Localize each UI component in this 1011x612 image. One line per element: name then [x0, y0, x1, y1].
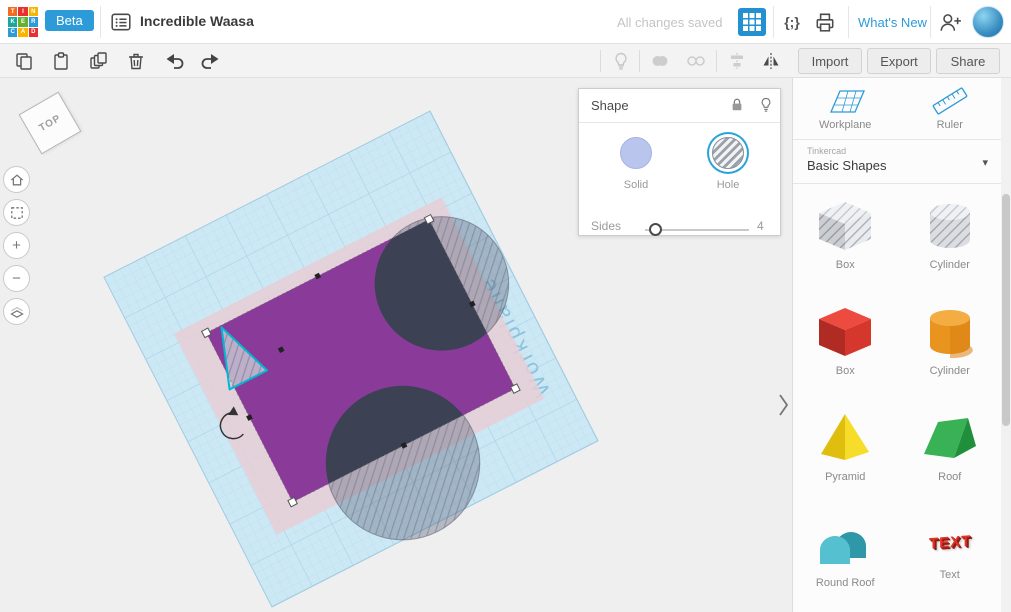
- shape-item-round-roof[interactable]: Round Roof: [793, 504, 898, 610]
- shapes-sidebar: Workplane Ruler Tinkercad Basic Shapes ▾: [792, 78, 1011, 612]
- header-divider: [930, 6, 931, 38]
- text-shape-glyph: TEXT: [928, 532, 971, 553]
- avatar[interactable]: [972, 6, 1004, 38]
- shape-item-label: Pyramid: [825, 471, 866, 483]
- ruler-icon: [932, 87, 968, 115]
- save-status: All changes saved: [617, 15, 723, 30]
- perspective-toggle-button[interactable]: [3, 298, 30, 325]
- sidebar-tools-row: Workplane Ruler: [793, 78, 1002, 140]
- group-icon[interactable]: [650, 51, 670, 71]
- shape-item-roof[interactable]: Roof: [898, 398, 1003, 504]
- align-icon[interactable]: [727, 51, 747, 71]
- view-cube-label: TOP: [37, 112, 63, 134]
- header-divider: [773, 6, 774, 38]
- delete-icon[interactable]: [126, 51, 146, 71]
- category-label: Basic Shapes: [807, 158, 887, 173]
- design-title[interactable]: Incredible Waasa: [140, 13, 254, 29]
- sides-label: Sides: [591, 219, 622, 233]
- workplane-icon: [830, 90, 866, 113]
- toolbar-divider: [716, 50, 717, 72]
- duplicate-icon[interactable]: [89, 51, 109, 71]
- scrollbar-thumb[interactable]: [1002, 194, 1010, 426]
- shape-inspector-panel: Shape Solid Hole Sides 4: [578, 88, 781, 236]
- shape-category-dropdown[interactable]: Tinkercad Basic Shapes ▾: [793, 140, 1002, 184]
- sides-slider-knob[interactable]: [649, 223, 662, 236]
- shape-item-label: Box: [835, 365, 855, 377]
- shape-item-pyramid[interactable]: Pyramid: [793, 398, 898, 504]
- chevron-down-icon: ▾: [982, 157, 988, 169]
- shape-item-label: Roof: [938, 471, 962, 483]
- sidebar-collapse-icon[interactable]: [777, 392, 791, 418]
- tinkercad-logo[interactable]: TIN KER CAD: [8, 7, 38, 37]
- codeblocks-icon[interactable]: {;}: [780, 11, 804, 33]
- solid-option[interactable]: [620, 137, 652, 169]
- edit-toolbar: Import Export Share: [0, 44, 1011, 78]
- shape-item-label: Cylinder: [929, 365, 970, 377]
- print-icon[interactable]: [813, 11, 837, 33]
- zoom-out-button[interactable]: −: [3, 265, 30, 292]
- undo-icon[interactable]: [165, 51, 185, 71]
- redo-icon[interactable]: [200, 51, 220, 71]
- ruler-tool[interactable]: Ruler: [898, 78, 1003, 139]
- panel-title: Shape: [591, 98, 629, 113]
- shape-gallery: Box Cylinder Box Cylinder Pyramid Roof R…: [793, 186, 1002, 610]
- zoom-in-button[interactable]: +: [3, 232, 30, 259]
- toolbar-divider: [600, 50, 601, 72]
- shape-item-label: Cylinder: [929, 259, 970, 271]
- ungroup-icon[interactable]: [686, 51, 706, 71]
- export-button[interactable]: Export: [867, 48, 931, 74]
- shape-item-text[interactable]: TEXT Text: [898, 504, 1003, 610]
- toolbar-divider: [639, 50, 640, 72]
- whats-new-link[interactable]: What's New: [858, 15, 927, 30]
- hole-option-selected[interactable]: [712, 137, 744, 169]
- shape-item-box-solid[interactable]: Box: [793, 292, 898, 398]
- shape-item-cylinder-solid[interactable]: Cylinder: [898, 292, 1003, 398]
- header-divider: [100, 6, 101, 38]
- design-menu-icon[interactable]: [110, 11, 132, 33]
- shape-item-box-hole[interactable]: Box: [793, 186, 898, 292]
- zoom-in-icon: +: [12, 237, 21, 254]
- visibility-bulb-icon[interactable]: [758, 97, 774, 113]
- fit-view-button[interactable]: [3, 199, 30, 226]
- lock-icon[interactable]: [729, 97, 745, 113]
- panel-divider: [579, 122, 780, 123]
- ruler-tool-label: Ruler: [936, 119, 963, 131]
- zoom-out-icon: −: [12, 270, 21, 287]
- hole-label: Hole: [716, 179, 740, 191]
- mirror-icon[interactable]: [761, 51, 781, 71]
- shape-item-cylinder-hole[interactable]: Cylinder: [898, 186, 1003, 292]
- paste-icon[interactable]: [51, 51, 71, 71]
- shape-item-label: Round Roof: [815, 577, 875, 589]
- home-view-button[interactable]: [3, 166, 30, 193]
- copy-icon[interactable]: [14, 51, 34, 71]
- sides-value: 4: [757, 219, 764, 233]
- invite-person-icon[interactable]: [938, 11, 962, 33]
- solid-label: Solid: [623, 179, 649, 191]
- import-button[interactable]: Import: [798, 48, 862, 74]
- shape-item-label: Text: [939, 569, 960, 581]
- header-divider: [848, 6, 849, 38]
- app-header: TIN KER CAD Beta Incredible Waasa All ch…: [0, 0, 1011, 44]
- show-all-bulb-icon[interactable]: [611, 51, 631, 71]
- beta-badge: Beta: [45, 10, 94, 31]
- workplane-tool[interactable]: Workplane: [793, 78, 898, 139]
- modeling-canvas[interactable]: Workplane TOP + − Shape Solid Hole Sides…: [0, 78, 792, 612]
- category-kicker: Tinkercad: [807, 146, 847, 156]
- sidebar-scrollbar[interactable]: [1001, 78, 1011, 612]
- tinkercad-app: TIN KER CAD Beta Incredible Waasa All ch…: [0, 0, 1011, 612]
- share-button[interactable]: Share: [936, 48, 1000, 74]
- shape-item-label: Box: [835, 259, 855, 271]
- workplane-tool-label: Workplane: [819, 119, 872, 131]
- dashboard-grid-button[interactable]: [738, 8, 766, 36]
